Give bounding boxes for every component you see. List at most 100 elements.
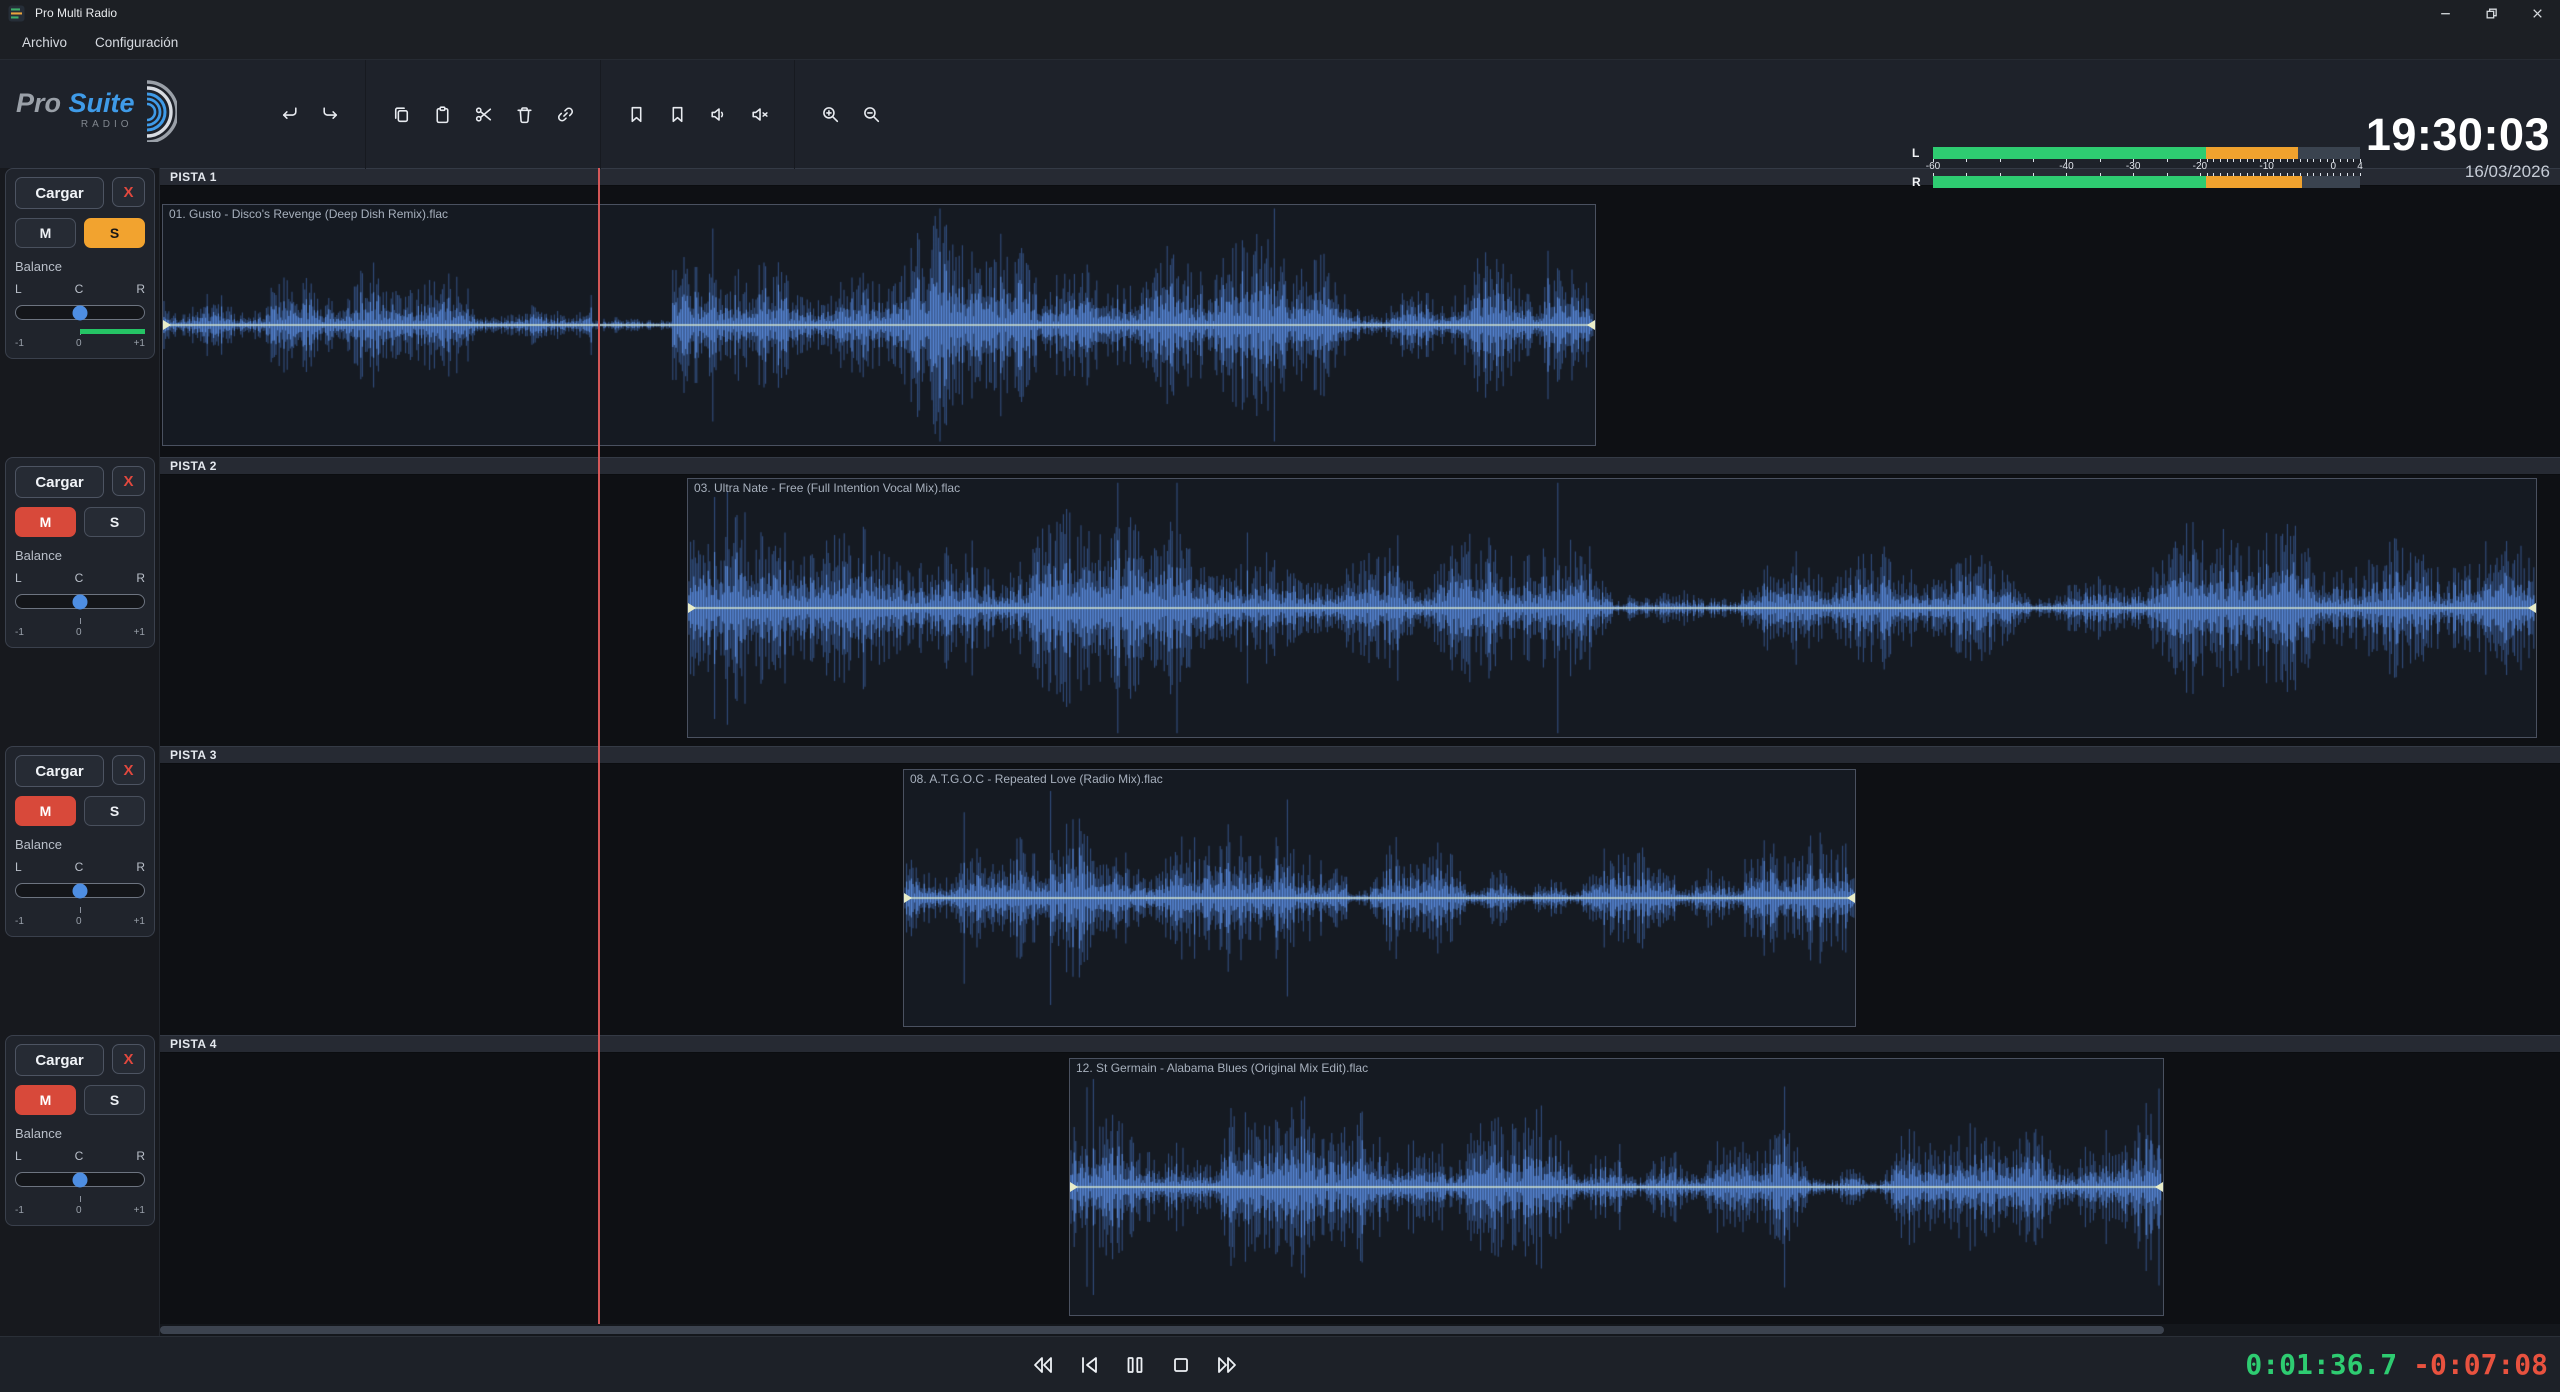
- elapsed-time: 0:01:36.7: [2245, 1348, 2397, 1381]
- balance-knob[interactable]: [73, 305, 88, 320]
- balance-c-label: C: [75, 860, 84, 874]
- radio-waves-icon: [131, 76, 177, 142]
- balance-r-label: R: [136, 860, 145, 874]
- clip-left-marker[interactable]: [688, 603, 696, 613]
- clip-left-marker[interactable]: [1070, 1182, 1078, 1192]
- clip-left-marker[interactable]: [163, 320, 171, 330]
- time-display: 0:01:36.7 -0:07:08: [2245, 1337, 2548, 1392]
- volume-icon[interactable]: [699, 95, 737, 133]
- skip-start-icon[interactable]: [1074, 1350, 1104, 1380]
- track2-panel: Cargar X M S Balance LCR -10+1: [5, 457, 155, 648]
- menu-archivo[interactable]: Archivo: [8, 30, 81, 55]
- restore-icon[interactable]: [2468, 0, 2514, 26]
- minimize-icon[interactable]: [2422, 0, 2468, 26]
- clip-right-marker[interactable]: [1847, 893, 1855, 903]
- rewind-icon[interactable]: [1028, 1350, 1058, 1380]
- gain-max-label: +1: [134, 916, 145, 927]
- link-icon[interactable]: [546, 95, 584, 133]
- menu-configuracion[interactable]: Configuración: [81, 30, 192, 55]
- track4-header-label: PISTA 4: [170, 1037, 217, 1051]
- track2-filename: 03. Ultra Nate - Free (Full Intention Vo…: [694, 481, 960, 495]
- logo-pro: Pro: [16, 88, 61, 118]
- track1-close-button[interactable]: X: [112, 177, 145, 207]
- track1-gain-meter: [15, 329, 145, 335]
- vu-meter: L -60-40-30-20-1004 R: [1912, 147, 2360, 188]
- balance-c-label: C: [75, 571, 84, 585]
- gain-zero-label: 0: [76, 338, 82, 349]
- track3-clip[interactable]: 08. A.T.G.O.C - Repeated Love (Radio Mix…: [903, 769, 1856, 1027]
- track1-solo-button[interactable]: S: [84, 218, 145, 248]
- track2-load-button[interactable]: Cargar: [15, 466, 104, 498]
- close-icon[interactable]: [2514, 0, 2560, 26]
- gain-max-label: +1: [134, 1205, 145, 1216]
- app-icon: [8, 5, 25, 22]
- clip-right-marker[interactable]: [2155, 1182, 2163, 1192]
- clip-right-marker[interactable]: [1587, 320, 1595, 330]
- copy-icon[interactable]: [382, 95, 420, 133]
- clip-right-marker[interactable]: [2528, 603, 2536, 613]
- gain-max-label: +1: [134, 338, 145, 349]
- track3-close-button[interactable]: X: [112, 755, 145, 785]
- delete-icon[interactable]: [505, 95, 543, 133]
- track3-header-label: PISTA 3: [170, 748, 217, 762]
- gain-min-label: -1: [15, 627, 24, 638]
- zoom-out-icon[interactable]: [852, 95, 890, 133]
- undo-icon[interactable]: [270, 95, 308, 133]
- track2-close-button[interactable]: X: [112, 466, 145, 496]
- balance-knob[interactable]: [73, 1172, 88, 1187]
- track2-row: PISTA 2 03. Ultra Nate - Free (Full Inte…: [160, 457, 2560, 746]
- track1-load-button[interactable]: Cargar: [15, 177, 104, 209]
- clock: 19:30:03 16/03/2026: [2366, 112, 2550, 182]
- redo-icon[interactable]: [311, 95, 349, 133]
- track4-close-button[interactable]: X: [112, 1044, 145, 1074]
- track1-balance-slider[interactable]: [15, 305, 145, 320]
- balance-knob[interactable]: [73, 883, 88, 898]
- logo-suite: Suite: [69, 88, 135, 118]
- gain-zero-label: 0: [76, 1205, 82, 1216]
- track4-balance-slider[interactable]: [15, 1172, 145, 1187]
- cut-icon[interactable]: [464, 95, 502, 133]
- toolbar-separator: [794, 60, 795, 169]
- track2-balance-slider[interactable]: [15, 594, 145, 609]
- stop-icon[interactable]: [1166, 1350, 1196, 1380]
- balance-r-label: R: [136, 571, 145, 585]
- balance-l-label: L: [15, 860, 22, 874]
- track1-mute-button[interactable]: M: [15, 218, 76, 248]
- track4-load-button[interactable]: Cargar: [15, 1044, 104, 1076]
- track4-mute-button[interactable]: M: [15, 1085, 76, 1115]
- balance-knob[interactable]: [73, 594, 88, 609]
- track4-filename: 12. St Germain - Alabama Blues (Original…: [1076, 1061, 1368, 1075]
- clip-left-marker[interactable]: [904, 893, 912, 903]
- track3-mute-button[interactable]: M: [15, 796, 76, 826]
- track3-panel: Cargar X M S Balance LCR -10+1: [5, 746, 155, 937]
- bookmark-outline-icon[interactable]: [658, 95, 696, 133]
- track3-load-button[interactable]: Cargar: [15, 755, 104, 787]
- zoom-in-icon[interactable]: [811, 95, 849, 133]
- track2-clip[interactable]: 03. Ultra Nate - Free (Full Intention Vo…: [687, 478, 2537, 738]
- track1-balance-label: Balance: [15, 259, 145, 274]
- track4-solo-button[interactable]: S: [84, 1085, 145, 1115]
- track2-mute-button[interactable]: M: [15, 507, 76, 537]
- track2-solo-button[interactable]: S: [84, 507, 145, 537]
- balance-l-label: L: [15, 571, 22, 585]
- playhead[interactable]: [598, 168, 600, 1324]
- horizontal-scrollbar: [160, 1324, 2560, 1336]
- track1-filename: 01. Gusto - Disco's Revenge (Deep Dish R…: [169, 207, 448, 221]
- track3-solo-button[interactable]: S: [84, 796, 145, 826]
- track4-gain-meter: [15, 1196, 145, 1202]
- clock-time: 19:30:03: [2366, 112, 2550, 157]
- track1-clip[interactable]: 01. Gusto - Disco's Revenge (Deep Dish R…: [162, 204, 1596, 446]
- track3-balance-slider[interactable]: [15, 883, 145, 898]
- mute-icon[interactable]: [740, 95, 778, 133]
- vu-scale: -60-40-30-20-1004: [1933, 159, 2360, 176]
- timeline[interactable]: PISTA 1 01. Gusto - Disco's Revenge (Dee…: [160, 168, 2560, 1324]
- scrollbar-thumb[interactable]: [160, 1326, 2164, 1334]
- pause-icon[interactable]: [1120, 1350, 1150, 1380]
- logo-radio: RADIO: [81, 119, 133, 130]
- paste-icon[interactable]: [423, 95, 461, 133]
- fast-forward-icon[interactable]: [1212, 1350, 1242, 1380]
- track4-clip[interactable]: 12. St Germain - Alabama Blues (Original…: [1069, 1058, 2164, 1316]
- track3-filename: 08. A.T.G.O.C - Repeated Love (Radio Mix…: [910, 772, 1163, 786]
- toolbar-separator: [365, 60, 366, 169]
- bookmark-icon[interactable]: [617, 95, 655, 133]
